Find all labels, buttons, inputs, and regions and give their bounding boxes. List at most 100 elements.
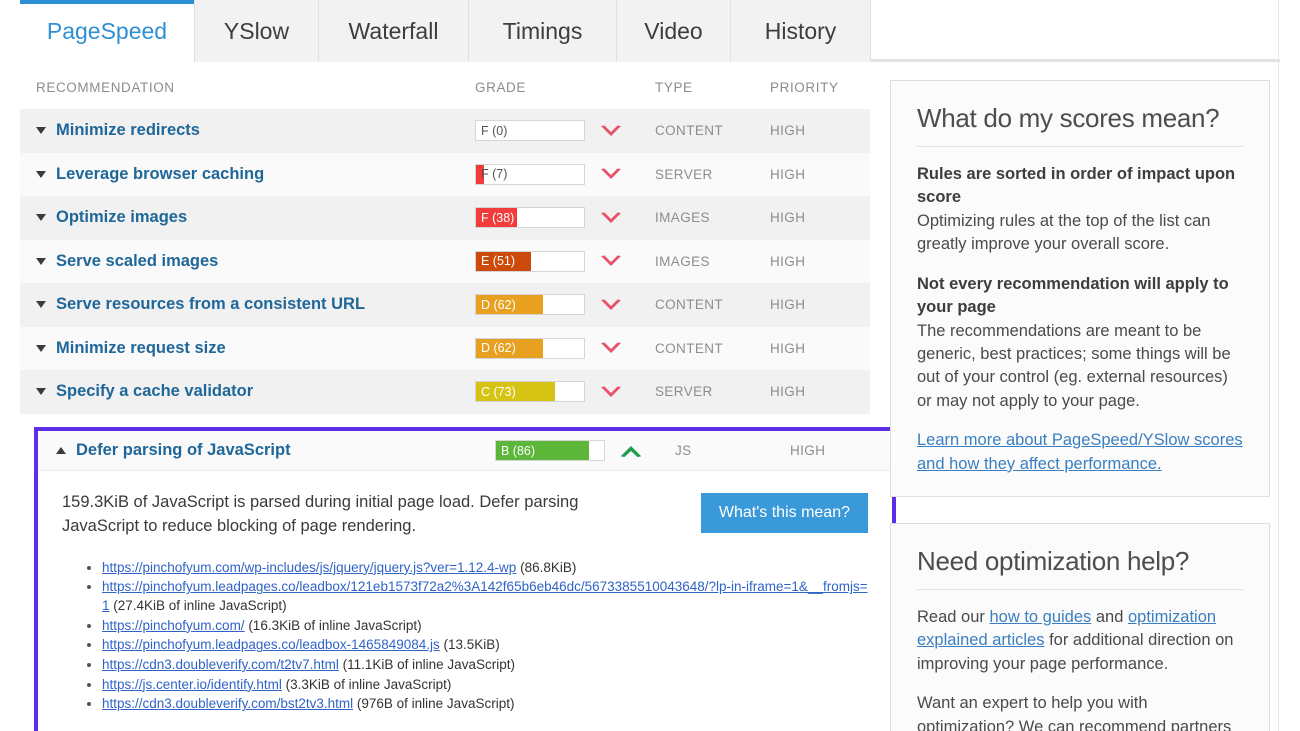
priority-cell: HIGH [770, 196, 870, 240]
recommendation-label[interactable]: Serve resources from a consistent URL [56, 295, 365, 314]
resource-link[interactable]: https://js.center.io/identify.html [102, 677, 282, 692]
tab-bar: PageSpeed YSlow Waterfall Timings Video … [0, 0, 1300, 62]
tab-waterfall[interactable]: Waterfall [319, 0, 469, 62]
grade-cell: F (38) [475, 196, 655, 240]
resource-list-item: https://pinchofyum.com/ (16.3KiB of inli… [102, 617, 868, 636]
tab-video[interactable]: Video [617, 0, 731, 62]
scores-panel-section-2: Not every recommendation will apply to y… [917, 273, 1243, 414]
tab-yslow-label: YSlow [224, 18, 289, 45]
expand-caret-icon[interactable] [36, 258, 46, 265]
header-recommendation: RECOMMENDATION [20, 62, 475, 109]
whats-this-mean-button[interactable]: What's this mean? [701, 493, 868, 533]
recommendation-label[interactable]: Minimize redirects [56, 121, 200, 140]
priority-cell: HIGH [770, 370, 870, 414]
recommendations-column: RECOMMENDATION GRADE TYPE PRIORITY Minim… [20, 62, 870, 414]
tab-pagespeed[interactable]: PageSpeed [20, 0, 195, 62]
tab-yslow[interactable]: YSlow [195, 0, 319, 62]
grade-cell: F (0) [475, 109, 655, 153]
how-to-guides-link[interactable]: how to guides [989, 608, 1091, 626]
expand-caret-icon[interactable] [36, 388, 46, 395]
expanded-row-header[interactable]: Defer parsing of JavaScript B (86) [38, 431, 892, 471]
resource-list-item: https://pinchofyum.leadpages.co/leadbox-… [102, 636, 868, 655]
grade-bar-label: B (86) [501, 441, 535, 460]
recommendation-cell: Minimize request size [20, 327, 475, 371]
grade-bar-label: F (7) [481, 165, 507, 184]
expanded-description: 159.3KiB of JavaScript is parsed during … [62, 491, 652, 539]
resource-link[interactable]: https://cdn3.doubleverify.com/t2tv7.html [102, 657, 339, 672]
help-panel-divider [917, 589, 1243, 590]
table-row[interactable]: Minimize request sizeD (62)CONTENTHIGH [20, 327, 870, 371]
collapse-caret-icon[interactable] [56, 447, 66, 454]
scores-explanation-panel: What do my scores mean? Rules are sorted… [890, 80, 1270, 497]
table-row[interactable]: Serve scaled imagesE (51)IMAGESHIGH [20, 240, 870, 284]
grade-cell: F (7) [475, 153, 655, 197]
grade-bar: D (62) [475, 294, 585, 315]
resource-link[interactable]: https://pinchofyum.leadpages.co/leadbox-… [102, 637, 440, 652]
type-cell: IMAGES [655, 240, 770, 284]
priority-cell: HIGH [770, 153, 870, 197]
table-row[interactable]: Specify a cache validatorC (73)SERVERHIG… [20, 370, 870, 414]
sidebar-column: What do my scores mean? Rules are sorted… [890, 80, 1270, 731]
grade-bar: F (0) [475, 120, 585, 141]
resource-list-item: https://pinchofyum.com/wp-includes/js/jq… [102, 559, 868, 578]
expand-caret-icon[interactable] [36, 127, 46, 134]
recommendation-label[interactable]: Serve scaled images [56, 252, 218, 271]
table-header: RECOMMENDATION GRADE TYPE PRIORITY [20, 62, 870, 109]
expanded-detail-top: 159.3KiB of JavaScript is parsed during … [62, 491, 868, 539]
scores-panel-section-1-body: Optimizing rules at the top of the list … [917, 212, 1210, 253]
resource-link[interactable]: https://pinchofyum.com/ [102, 618, 245, 633]
trend-down-icon [599, 166, 623, 182]
scores-panel-section-2-heading: Not every recommendation will apply to y… [917, 275, 1229, 316]
expand-caret-icon[interactable] [36, 214, 46, 221]
table-row[interactable]: Minimize redirects F (0) CONTENTHIGH [20, 109, 870, 153]
resource-list-item: https://cdn3.doubleverify.com/bst2tv3.ht… [102, 695, 868, 714]
expanded-detail-body: 159.3KiB of JavaScript is parsed during … [38, 471, 892, 731]
learn-more-scores-link[interactable]: Learn more about PageSpeed/YSlow scores … [917, 431, 1243, 472]
resource-link[interactable]: https://cdn3.doubleverify.com/bst2tv3.ht… [102, 696, 353, 711]
recommendation-label[interactable]: Minimize request size [56, 339, 226, 358]
recommendation-label[interactable]: Optimize images [56, 208, 187, 227]
trend-down-icon [599, 210, 623, 226]
recommendation-label[interactable]: Specify a cache validator [56, 382, 253, 401]
trend-down-icon [599, 340, 623, 356]
scores-panel-title: What do my scores mean? [917, 103, 1243, 134]
trend-down-icon [599, 297, 623, 313]
expanded-recommendation-label[interactable]: Defer parsing of JavaScript [76, 441, 291, 460]
resource-link[interactable]: https://pinchofyum.com/wp-includes/js/jq… [102, 560, 516, 575]
scores-panel-link-wrap: Learn more about PageSpeed/YSlow scores … [917, 429, 1243, 476]
priority-cell: HIGH [770, 283, 870, 327]
optimization-help-panel: Need optimization help? Read our how to … [890, 523, 1270, 731]
expand-caret-icon[interactable] [36, 171, 46, 178]
grade-bar-label: D (62) [481, 339, 516, 358]
priority-cell: HIGH [770, 240, 870, 284]
table-body: Minimize redirectsF (0)CONTENTHIGHLevera… [20, 109, 870, 414]
tab-history[interactable]: History [731, 0, 871, 62]
recommendation-label[interactable]: Leverage browser caching [56, 165, 264, 184]
grade-bar: B (86) [495, 440, 605, 461]
help-panel-title: Need optimization help? [917, 546, 1243, 577]
expand-caret-icon[interactable] [36, 301, 46, 308]
grade-cell: C (73) [475, 370, 655, 414]
expanded-grade-cell: B (86) [495, 440, 675, 461]
priority-cell: HIGH [770, 109, 870, 153]
expanded-recommendation-panel: Defer parsing of JavaScript B (86) [34, 427, 896, 731]
header-type: TYPE [655, 62, 770, 109]
type-cell: CONTENT [655, 109, 770, 153]
expand-caret-icon[interactable] [36, 345, 46, 352]
grade-cell: D (62) [475, 283, 655, 327]
grade-bar-label: F (38) [481, 208, 514, 227]
resource-size-note: (11.1KiB of inline JavaScript) [339, 657, 515, 672]
tab-timings[interactable]: Timings [469, 0, 617, 62]
grade-bar: D (62) [475, 338, 585, 359]
trend-up-icon [619, 443, 643, 459]
table-row[interactable]: Optimize imagesF (38)IMAGESHIGH [20, 196, 870, 240]
table-row[interactable]: Serve resources from a consistent URL D (… [20, 283, 870, 327]
scores-panel-section-2-body: The recommendations are meant to be gene… [917, 322, 1231, 410]
scores-panel-section-1-heading: Rules are sorted in order of impact upon… [917, 165, 1235, 206]
recommendation-cell: Optimize images [20, 196, 475, 240]
priority-cell: HIGH [770, 327, 870, 371]
content-area: RECOMMENDATION GRADE TYPE PRIORITY Minim… [0, 62, 1300, 731]
grade-cell: D (62) [475, 327, 655, 371]
table-row[interactable]: Leverage browser cachingF (7)SERVERHIGH [20, 153, 870, 197]
tab-waterfall-label: Waterfall [349, 18, 439, 45]
